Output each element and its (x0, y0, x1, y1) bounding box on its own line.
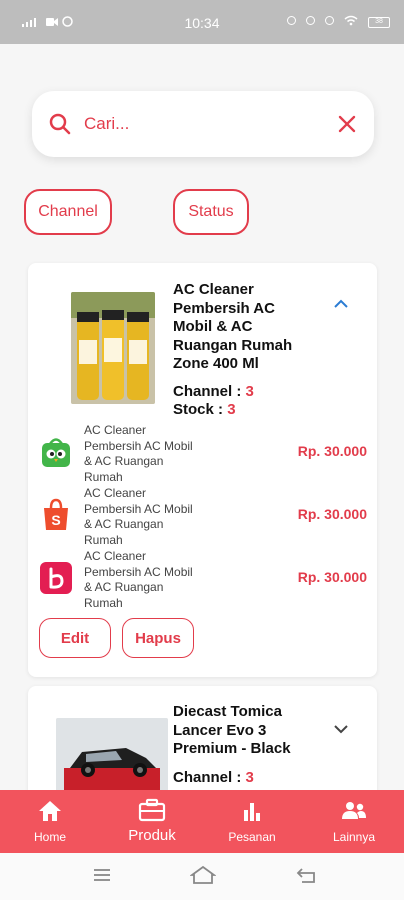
channel-price: Rp. 30.000 (297, 506, 367, 522)
product-card[interactable]: AC Cleaner Pembersih AC Mobil & AC Ruang… (28, 263, 377, 677)
search-input[interactable] (84, 109, 324, 139)
status-right-icons (287, 15, 358, 26)
shopee-logo-icon: S (44, 498, 68, 530)
nav-pesanan-label: Pesanan (228, 830, 276, 844)
channel-row-bukalapak: AC Cleaner Pembersih AC Mobil & AC Ruang… (28, 549, 377, 611)
ac-cleaner-cans-image (71, 292, 155, 404)
close-icon[interactable] (336, 113, 358, 135)
nav-produk-label: Produk (128, 827, 176, 844)
chevron-down-icon[interactable] (333, 724, 349, 734)
system-navigation-bar (0, 853, 404, 900)
nav-produk[interactable]: Produk (110, 790, 194, 853)
stock-count: Stock : 3 (173, 401, 236, 418)
channel-price: Rp. 30.000 (297, 569, 367, 585)
alarm-icon (287, 16, 296, 25)
search-icon (49, 113, 71, 135)
recent-apps-icon[interactable] (92, 865, 112, 885)
channel-product-name: AC Cleaner Pembersih AC Mobil & AC Ruang… (84, 486, 193, 547)
channel-filter-button[interactable]: Channel (24, 189, 112, 235)
nav-pesanan[interactable]: Pesanan (212, 790, 292, 853)
nav-lainnya[interactable]: Lainnya (314, 790, 394, 853)
briefcase-icon (138, 798, 166, 822)
product-title: AC Cleaner Pembersih AC Mobil & AC Ruang… (173, 281, 293, 372)
back-icon[interactable] (296, 865, 318, 885)
channel-row-tokopedia: AC Cleaner Pembersih AC Mobil & AC Ruang… (28, 423, 377, 485)
dnd-icon (325, 16, 334, 25)
nav-home[interactable]: Home (10, 790, 90, 853)
bukalapak-logo-icon (40, 562, 72, 594)
channel-row-shopee: S AC Cleaner Pembersih AC Mobil & AC Rua… (28, 486, 377, 548)
home-button-icon[interactable] (190, 865, 216, 885)
svg-text:S: S (51, 512, 60, 528)
channel-product-name: AC Cleaner Pembersih AC Mobil & AC Ruang… (84, 549, 193, 610)
edit-button[interactable]: Edit (39, 618, 111, 658)
search-bar[interactable] (32, 91, 374, 157)
delete-button[interactable]: Hapus (122, 618, 194, 658)
chevron-up-icon[interactable] (333, 299, 349, 309)
channel-count: Channel : 3 (173, 769, 254, 786)
diecast-car-image (56, 718, 168, 798)
nav-lainnya-label: Lainnya (332, 830, 376, 844)
channel-product-name: AC Cleaner Pembersih AC Mobil & AC Ruang… (84, 423, 193, 484)
status-filter-button[interactable]: Status (173, 189, 249, 235)
channel-count: Channel : 3 (173, 383, 254, 400)
people-icon (342, 802, 366, 819)
bottom-navigation: Home Produk Pesanan Lainnya (0, 790, 404, 853)
product-image (71, 292, 155, 404)
nav-home-label: Home (33, 830, 66, 844)
bar-chart-icon (244, 803, 260, 821)
home-icon (39, 801, 61, 821)
tokopedia-logo-icon (42, 438, 70, 467)
mute-icon (306, 16, 315, 25)
status-bar: 10:34 38 (0, 0, 404, 44)
product-title: Diecast Tomica Lancer Evo 3 Premium - Bl… (173, 703, 291, 757)
battery-icon: 38 (368, 17, 390, 28)
channel-price: Rp. 30.000 (297, 443, 367, 459)
product-image (56, 718, 168, 798)
wifi-icon (344, 15, 358, 26)
